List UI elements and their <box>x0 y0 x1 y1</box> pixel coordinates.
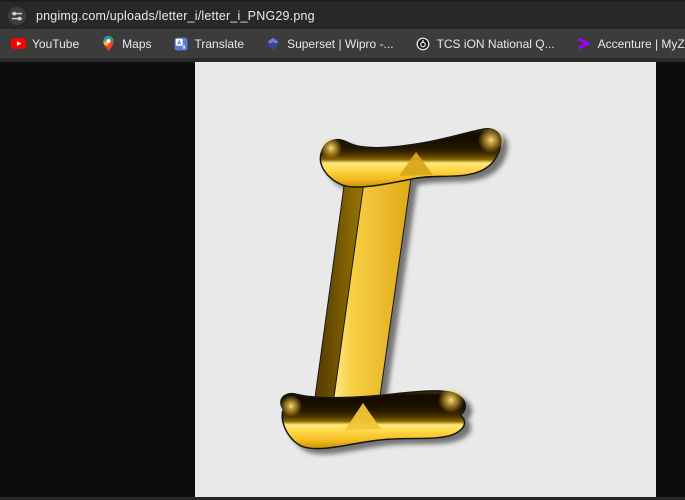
bookmark-label: TCS iON National Q... <box>436 36 555 51</box>
bookmark-label: Superset | Wipro -... <box>287 36 394 51</box>
bookmark-label: Accenture | MyZone <box>597 36 685 51</box>
browser-topbar: pngimg.com/uploads/letter_i/letter_i_PNG… <box>0 0 685 29</box>
bookmark-accenture[interactable]: Accenture | MyZone <box>573 34 685 54</box>
youtube-icon <box>10 36 26 52</box>
superset-icon <box>265 36 281 52</box>
google-maps-icon <box>100 36 116 52</box>
letter-top-serif <box>319 128 502 188</box>
tip-flare-bottom-left <box>280 395 302 417</box>
address-bar-url[interactable]: pngimg.com/uploads/letter_i/letter_i_PNG… <box>36 9 315 23</box>
image-panel <box>195 62 656 497</box>
bookmark-tcs-ion[interactable]: TCS iON National Q... <box>412 34 558 54</box>
tip-flare-top-left <box>320 137 342 159</box>
bookmark-label: YouTube <box>32 36 80 51</box>
bookmark-label: Maps <box>122 36 152 51</box>
accenture-icon <box>576 36 592 52</box>
bookmark-superset[interactable]: Superset | Wipro -... <box>262 34 396 54</box>
tcs-ion-icon <box>415 36 431 52</box>
svg-text:a: a <box>182 44 185 50</box>
bookmark-label: Translate <box>194 36 245 51</box>
bookmark-maps[interactable]: Maps <box>97 34 154 54</box>
tip-flare-bottom-right <box>438 387 464 413</box>
tune-sliders-icon <box>12 11 22 20</box>
google-translate-icon: A a <box>173 36 189 52</box>
bookmark-youtube[interactable]: YouTube <box>7 34 82 54</box>
tip-flare-top-right <box>478 127 504 153</box>
bookmarks-bar: YouTube Maps A a Translate Superset | Wi… <box>0 29 685 58</box>
golden-letter-i-image <box>280 127 504 450</box>
site-info-button[interactable] <box>8 6 26 25</box>
bookmark-translate[interactable]: A a Translate <box>170 34 248 54</box>
